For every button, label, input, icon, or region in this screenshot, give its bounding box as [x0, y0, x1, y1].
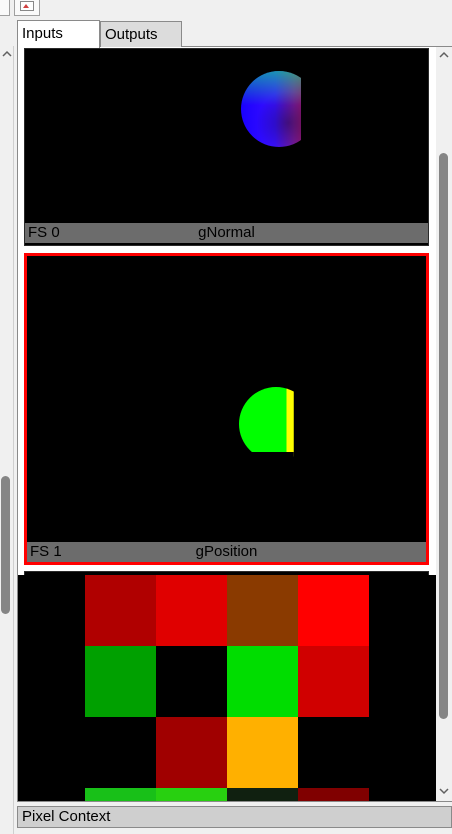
pixel-cell: [156, 788, 227, 801]
pixel-context-preview[interactable]: [18, 571, 440, 801]
pixel-cell: [85, 717, 156, 788]
pixel-cell: [85, 788, 156, 801]
scroll-up-icon[interactable]: [438, 49, 450, 61]
pixel-cell: [18, 717, 85, 788]
position-sphere-preview: [239, 387, 294, 461]
pixel-cell: [18, 575, 85, 646]
pixel-cell: [298, 575, 369, 646]
thumbnail-caption: FS 1 gPosition: [27, 542, 426, 562]
normal-sphere-preview: [241, 71, 301, 147]
toolbar-button[interactable]: [0, 0, 10, 16]
pixel-cell: [18, 788, 85, 801]
pixel-cell: [18, 646, 85, 717]
pixel-cell: [227, 575, 298, 646]
scroll-up-icon[interactable]: [1, 48, 13, 60]
pixel-context-bar[interactable]: Pixel Context: [17, 806, 452, 828]
pixel-cell: [156, 575, 227, 646]
pixel-cell: [369, 646, 440, 717]
pixel-cell: [298, 717, 369, 788]
resource-name: gNormal: [198, 224, 255, 241]
pixel-cell: [369, 788, 440, 801]
texture-viewer-panel: Inputs Outputs FS 0 gNormal FS 1 gPositi…: [0, 0, 452, 834]
vertical-scroll-thumb[interactable]: [439, 153, 448, 719]
pixel-cell: [369, 575, 440, 646]
pixel-cell: [369, 717, 440, 788]
toolbar: [0, 0, 452, 18]
thumbnail-caption: FS 0 gNormal: [25, 223, 428, 243]
pixel-cell: [227, 717, 298, 788]
left-scrollbar[interactable]: [0, 46, 14, 834]
pixel-cell: [85, 646, 156, 717]
thumbnail-gposition[interactable]: FS 1 gPosition: [24, 253, 429, 565]
pixel-cell: [156, 646, 227, 717]
pixel-cell: [85, 575, 156, 646]
pixel-cell: [298, 788, 369, 801]
toolbar-image-button[interactable]: [14, 0, 40, 16]
thumbnail-gnormal[interactable]: FS 0 gNormal: [24, 48, 429, 246]
pixel-cell: [227, 788, 298, 801]
thumbnail-list: FS 0 gNormal FS 1 gPosition: [17, 46, 452, 802]
pixel-cell: [227, 646, 298, 717]
left-scroll-thumb[interactable]: [1, 476, 10, 614]
pixel-cell: [298, 646, 369, 717]
resource-name: gPosition: [195, 543, 258, 560]
tab-inputs[interactable]: Inputs: [17, 20, 100, 48]
scroll-down-icon[interactable]: [438, 785, 450, 797]
pixel-cell: [156, 717, 227, 788]
vertical-scrollbar[interactable]: [436, 47, 452, 801]
tab-outputs[interactable]: Outputs: [100, 21, 182, 47]
